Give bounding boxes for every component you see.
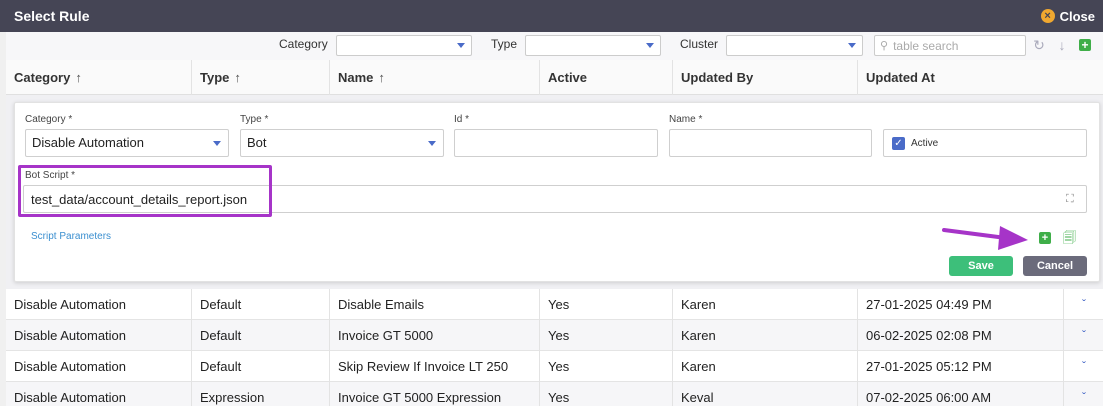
bot-script-input[interactable]: test_data/account_details_report.json ⛶ xyxy=(23,185,1087,213)
table-row[interactable]: Disable Automation Expression Invoice GT… xyxy=(6,382,1103,406)
table-row[interactable]: Disable Automation Default Skip Review I… xyxy=(6,351,1103,382)
cell-active: Yes xyxy=(540,351,673,382)
cell-updated-by: Keval xyxy=(673,382,858,406)
dialog-titlebar: Select Rule × Close xyxy=(0,0,1103,32)
active-checkbox-field[interactable]: ✓ Active xyxy=(883,129,1087,157)
table-header: Category ↑ Type ↑ Name ↑ Active Updated By … xyxy=(6,60,1103,95)
sort-up-icon: ↑ xyxy=(75,70,82,85)
cell-active: Yes xyxy=(540,320,673,351)
search-icon: ⚲ xyxy=(880,40,889,52)
cell-type: Default xyxy=(192,351,330,382)
cell-updated-at: 06-02-2025 02:08 PM xyxy=(858,320,1064,351)
type-filter-select[interactable] xyxy=(525,35,661,56)
cell-updated-by: Karen xyxy=(673,351,858,382)
expand-row-icon[interactable]: ˇ xyxy=(1078,298,1090,310)
cell-name: Invoice GT 5000 Expression xyxy=(330,382,540,406)
name-field-input[interactable] xyxy=(669,129,872,157)
cell-updated-by: Karen xyxy=(673,289,858,320)
close-button[interactable]: × Close xyxy=(1040,7,1095,25)
cluster-filter-label: Cluster xyxy=(680,37,719,51)
type-filter-label: Type xyxy=(491,37,518,51)
expand-row-icon[interactable]: ˇ xyxy=(1078,360,1090,372)
chevron-down-icon xyxy=(428,141,436,146)
download-icon[interactable]: ↓ xyxy=(1054,37,1070,53)
cluster-filter-select[interactable] xyxy=(726,35,863,56)
expand-row-icon[interactable]: ˇ xyxy=(1078,391,1090,403)
column-header-updated-by[interactable]: Updated By xyxy=(673,60,858,95)
chevron-down-icon xyxy=(646,43,654,48)
cell-updated-at: 27-01-2025 05:12 PM xyxy=(858,351,1064,382)
column-header-category[interactable]: Category ↑ xyxy=(6,60,192,95)
cell-name: Skip Review If Invoice LT 250 xyxy=(330,351,540,382)
column-header-active[interactable]: Active xyxy=(540,60,673,95)
id-field-input[interactable] xyxy=(454,129,658,157)
script-parameters-link[interactable]: Script Parameters xyxy=(31,231,111,242)
type-field-label: Type * xyxy=(240,114,269,125)
add-rule-icon[interactable]: + xyxy=(1079,39,1091,51)
rule-edit-form: Category * Disable Automation Type * Bot… xyxy=(14,102,1100,282)
close-label: Close xyxy=(1059,8,1095,24)
cell-category: Disable Automation xyxy=(6,351,192,382)
category-field-label: Category * xyxy=(25,114,73,125)
refresh-icon[interactable]: ↻ xyxy=(1031,37,1047,53)
cell-category: Disable Automation xyxy=(6,289,192,320)
checkbox-checked-icon[interactable]: ✓ xyxy=(892,136,905,150)
name-field-label: Name * xyxy=(669,114,703,125)
sort-up-icon: ↑ xyxy=(378,70,385,85)
active-label: Active xyxy=(911,137,939,149)
cell-name: Invoice GT 5000 xyxy=(330,320,540,351)
cell-category: Disable Automation xyxy=(6,320,192,351)
cell-category: Disable Automation xyxy=(6,382,192,406)
cell-active: Yes xyxy=(540,289,673,320)
bot-script-label: Bot Script * xyxy=(25,170,76,181)
cell-updated-at: 07-02-2025 06:00 AM xyxy=(858,382,1064,406)
column-header-updated-at[interactable]: Updated At xyxy=(858,60,1103,95)
add-parameter-icon[interactable]: + xyxy=(1039,232,1051,244)
chevron-down-icon xyxy=(457,43,465,48)
table-row[interactable]: Disable Automation Default Disable Email… xyxy=(6,289,1103,320)
filter-bar: Category Type Cluster ⚲ ↻ ↓ + xyxy=(6,32,1103,60)
close-icon: × xyxy=(1040,9,1055,23)
save-button[interactable]: Save xyxy=(949,256,1013,276)
category-filter-select[interactable] xyxy=(336,35,472,56)
expand-icon[interactable]: ⛶ xyxy=(1066,193,1078,205)
dialog-title: Select Rule xyxy=(14,8,90,24)
type-field-select[interactable]: Bot xyxy=(240,129,444,157)
cell-updated-at: 27-01-2025 04:49 PM xyxy=(858,289,1064,320)
table-row[interactable]: Disable Automation Default Invoice GT 50… xyxy=(6,320,1103,351)
category-filter-label: Category xyxy=(279,37,328,51)
sort-up-icon: ↑ xyxy=(234,70,241,85)
cell-active: Yes xyxy=(540,382,673,406)
cell-type: Expression xyxy=(192,382,330,406)
chevron-down-icon xyxy=(213,141,221,146)
cell-updated-by: Karen xyxy=(673,320,858,351)
chevron-down-icon xyxy=(848,43,856,48)
cancel-button[interactable]: Cancel xyxy=(1023,256,1087,276)
expand-row-icon[interactable]: ˇ xyxy=(1078,329,1090,341)
table-search-input[interactable] xyxy=(893,38,1014,53)
column-header-name[interactable]: Name ↑ xyxy=(330,60,540,95)
table-search-box[interactable]: ⚲ xyxy=(874,35,1026,56)
category-field-select[interactable]: Disable Automation xyxy=(25,129,229,157)
cell-type: Default xyxy=(192,320,330,351)
cell-type: Default xyxy=(192,289,330,320)
cell-name: Disable Emails xyxy=(330,289,540,320)
column-header-type[interactable]: Type ↑ xyxy=(192,60,330,95)
id-field-label: Id * xyxy=(454,114,470,125)
add-note-icon[interactable]: 🗐 xyxy=(1062,230,1077,245)
